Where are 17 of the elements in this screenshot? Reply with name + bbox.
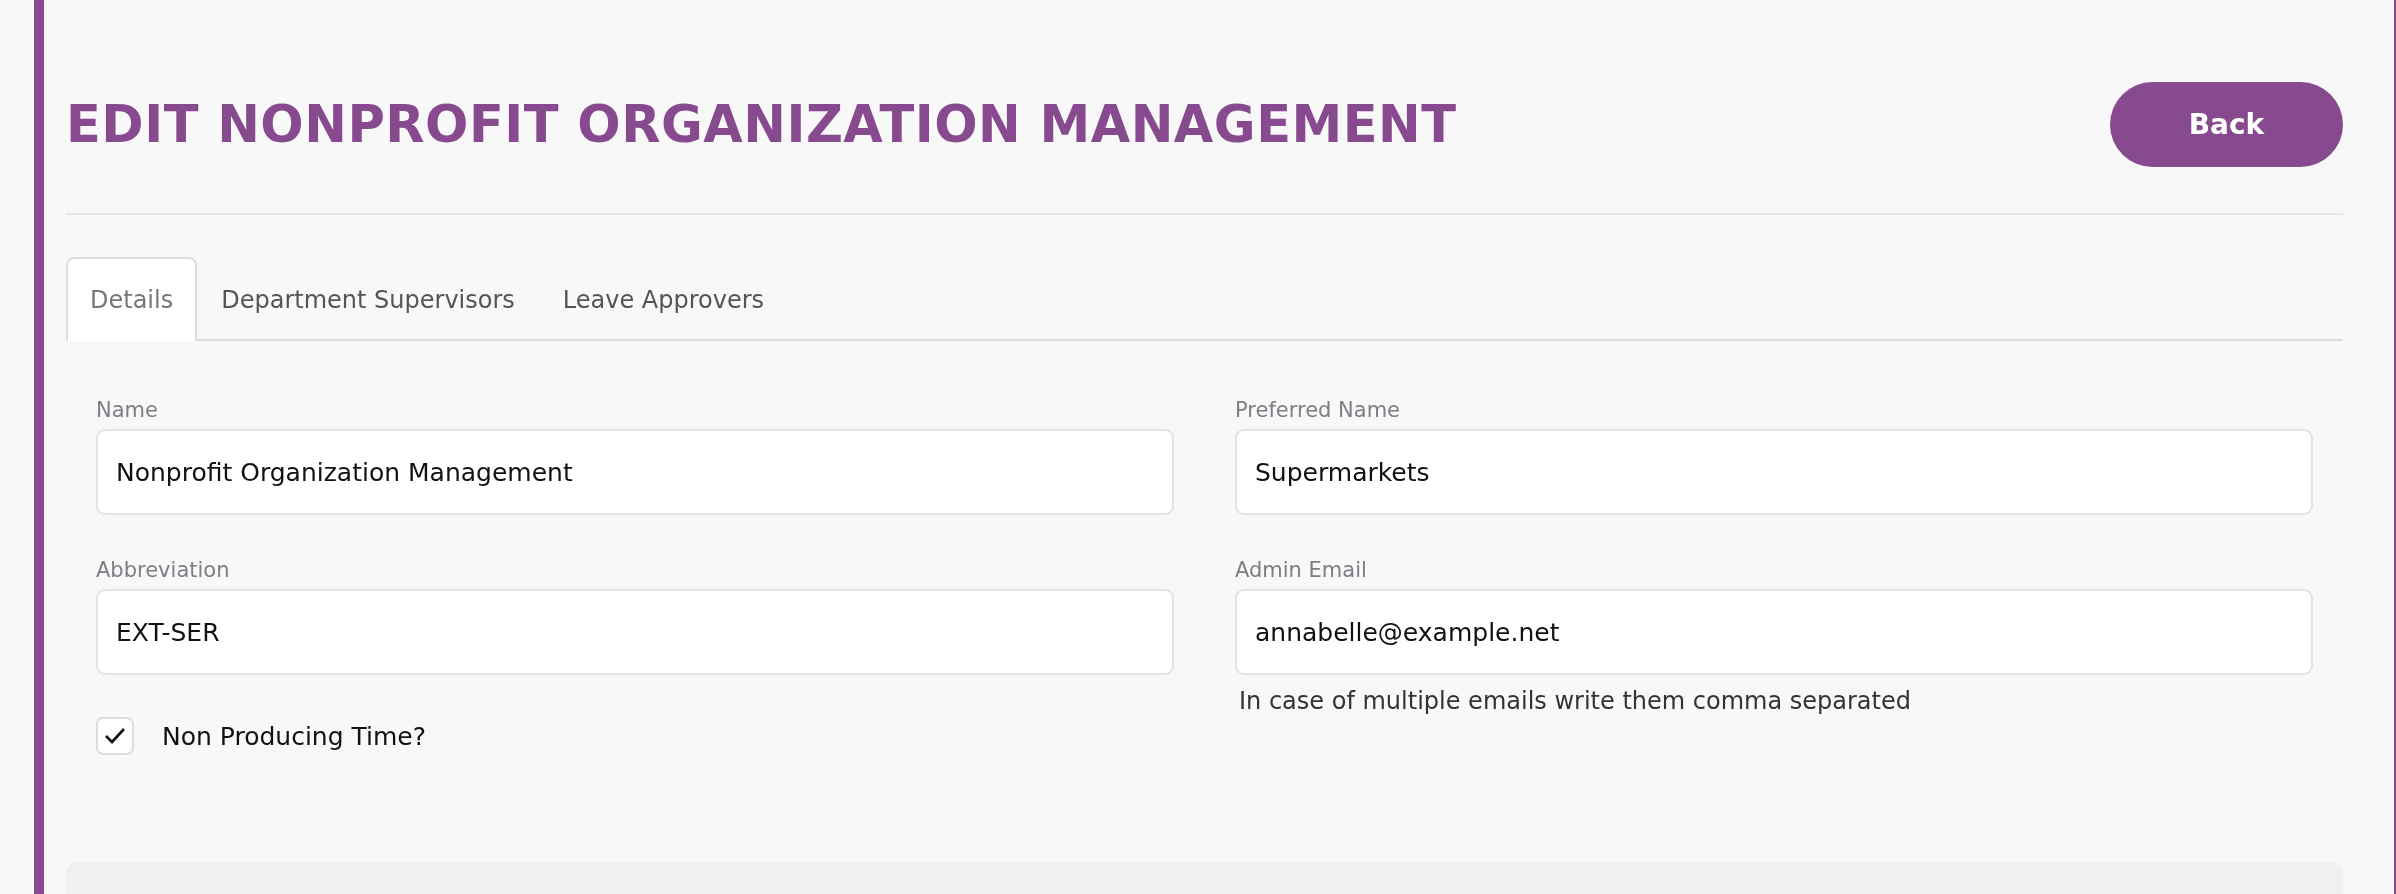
- tab[interactable]: Details: [66, 257, 198, 341]
- field-label: Name: [96, 397, 159, 423]
- checkbox-label: Non Producing Time?: [162, 721, 426, 751]
- help-text: In case of multiple emails write them comma separated: [1239, 687, 1912, 715]
- input-field[interactable]: EXT-SER: [96, 589, 1174, 675]
- check-icon: [104, 727, 126, 745]
- checkbox[interactable]: [96, 717, 134, 755]
- field-label: Preferred Name: [1235, 397, 1402, 423]
- tab[interactable]: Department Supervisors: [197, 257, 539, 341]
- page-title: EDIT NONPROFIT ORGANIZATION MANAGEMENT: [66, 95, 1457, 154]
- input-field[interactable]: Supermarkets: [1235, 429, 2313, 515]
- input-field[interactable]: Nonprofit Organization Management: [96, 429, 1174, 515]
- tab[interactable]: Leave Approvers: [538, 257, 789, 341]
- field-label: Admin Email: [1235, 557, 1368, 583]
- back-button[interactable]: Back: [2110, 82, 2343, 167]
- input-field[interactable]: annabelle@example.net: [1235, 589, 2313, 675]
- field-label: Abbreviation: [96, 557, 231, 583]
